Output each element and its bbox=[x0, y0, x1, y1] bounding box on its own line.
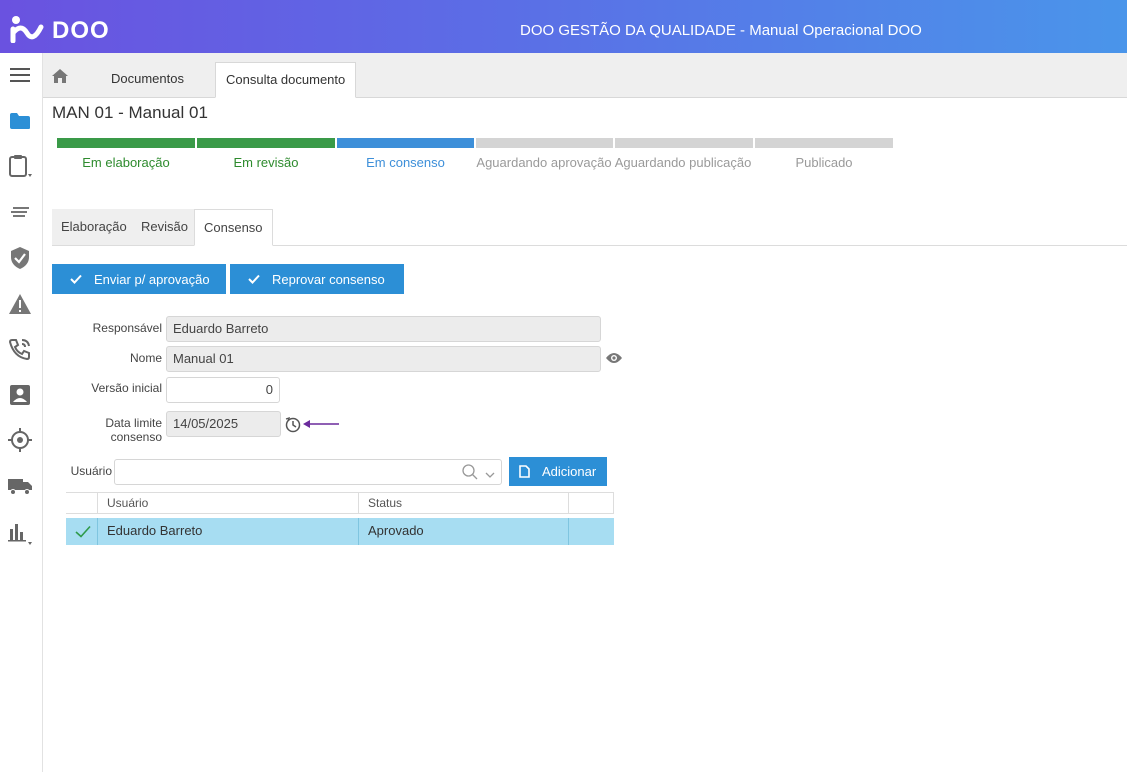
reject-consensus-label: Reprovar consenso bbox=[272, 271, 385, 287]
step-bar-em-revisao bbox=[197, 138, 335, 148]
check-icon bbox=[70, 272, 82, 287]
add-user-label: Adicionar bbox=[542, 464, 597, 479]
send-approval-button[interactable]: Enviar p/ aprovação bbox=[52, 264, 226, 294]
annotation-arrow-icon bbox=[302, 418, 340, 433]
page-title: MAN 01 - Manual 01 bbox=[52, 103, 208, 122]
cell-usuario: Eduardo Barreto bbox=[97, 518, 358, 545]
warning-icon[interactable] bbox=[7, 291, 33, 317]
column-header-usuario[interactable]: Usuário bbox=[97, 492, 358, 514]
versao-inicial-field[interactable]: 0 bbox=[166, 377, 280, 403]
step-label-em-revisao: Em revisão bbox=[233, 155, 299, 170]
table-row[interactable]: Eduardo Barreto Aprovado bbox=[66, 518, 614, 545]
responsavel-field: Eduardo Barreto bbox=[166, 316, 601, 342]
data-limite-label: Data limite consenso bbox=[105, 416, 162, 444]
add-user-button[interactable]: Adicionar bbox=[509, 457, 607, 486]
sidebar bbox=[0, 53, 43, 772]
contact-card-icon[interactable] bbox=[7, 382, 33, 408]
nome-field: Manual 01 bbox=[166, 346, 601, 372]
step-label-aguardando-publicacao: Aguardando publicação bbox=[614, 155, 752, 170]
step-label-publicado: Publicado bbox=[795, 155, 853, 170]
shield-check-icon[interactable] bbox=[7, 245, 33, 271]
header-title: DOO GESTÃO DA QUALIDADE - Manual Operaci… bbox=[520, 22, 922, 39]
folder-icon[interactable] bbox=[7, 108, 33, 134]
step-bar-em-consenso bbox=[337, 138, 474, 148]
tab-bar: Documentos Consulta documento bbox=[43, 53, 1127, 98]
logo[interactable]: DOO bbox=[10, 13, 110, 45]
bar-chart-icon[interactable] bbox=[7, 519, 33, 545]
send-approval-label: Enviar p/ aprovação bbox=[94, 271, 210, 287]
document-icon bbox=[519, 465, 530, 478]
column-header-actions bbox=[568, 492, 614, 514]
responsavel-label: Responsável bbox=[92, 321, 162, 335]
cell-actions bbox=[568, 518, 614, 545]
search-icon[interactable] bbox=[461, 463, 479, 484]
home-icon[interactable] bbox=[51, 68, 69, 87]
tab-revisao[interactable]: Revisão bbox=[132, 209, 197, 245]
doo-logo-icon bbox=[10, 15, 44, 44]
inner-tabs: Elaboração Revisão Consenso bbox=[52, 209, 1127, 246]
clock-reset-icon[interactable] bbox=[284, 415, 302, 436]
phone-icon[interactable] bbox=[7, 336, 33, 362]
checkmark-icon bbox=[75, 525, 91, 541]
tab-consenso[interactable]: Consenso bbox=[194, 209, 273, 246]
truck-icon[interactable] bbox=[7, 473, 33, 499]
check-icon bbox=[248, 272, 260, 287]
step-label-em-elaboracao: Em elaboração bbox=[82, 155, 170, 170]
step-label-em-consenso: Em consenso bbox=[366, 155, 445, 170]
step-bar-em-elaboracao bbox=[57, 138, 195, 148]
tab-consulta-documento[interactable]: Consulta documento bbox=[215, 62, 357, 98]
step-bar-aguardando-publicacao bbox=[615, 138, 753, 148]
lines-icon[interactable] bbox=[7, 199, 33, 225]
clipboard-icon[interactable] bbox=[7, 153, 33, 179]
eye-icon[interactable] bbox=[605, 351, 623, 368]
tab-elaboracao[interactable]: Elaboração bbox=[52, 209, 136, 245]
tab-documentos[interactable]: Documentos bbox=[101, 62, 194, 98]
cell-status: Aprovado bbox=[358, 518, 568, 545]
column-header-status[interactable]: Status bbox=[358, 492, 568, 514]
usuario-label: Usuário bbox=[70, 464, 112, 478]
step-bar-publicado bbox=[755, 138, 893, 148]
data-limite-field[interactable]: 14/05/2025 bbox=[166, 411, 281, 437]
app-header: DOO DOO GESTÃO DA QUALIDADE - Manual Ope… bbox=[0, 0, 1127, 53]
menu-icon[interactable] bbox=[7, 62, 33, 88]
logo-text: DOO bbox=[52, 17, 110, 44]
versao-inicial-label: Versão inicial bbox=[91, 381, 162, 395]
chevron-down-icon[interactable] bbox=[485, 467, 495, 482]
usuario-search-input[interactable] bbox=[114, 459, 502, 485]
target-icon[interactable] bbox=[7, 427, 33, 453]
nome-label: Nome bbox=[129, 351, 162, 365]
step-bar-aguardando-aprovacao bbox=[476, 138, 613, 148]
step-label-aguardando-aprovacao: Aguardando aprovação bbox=[476, 155, 612, 170]
reject-consensus-button[interactable]: Reprovar consenso bbox=[230, 264, 404, 294]
